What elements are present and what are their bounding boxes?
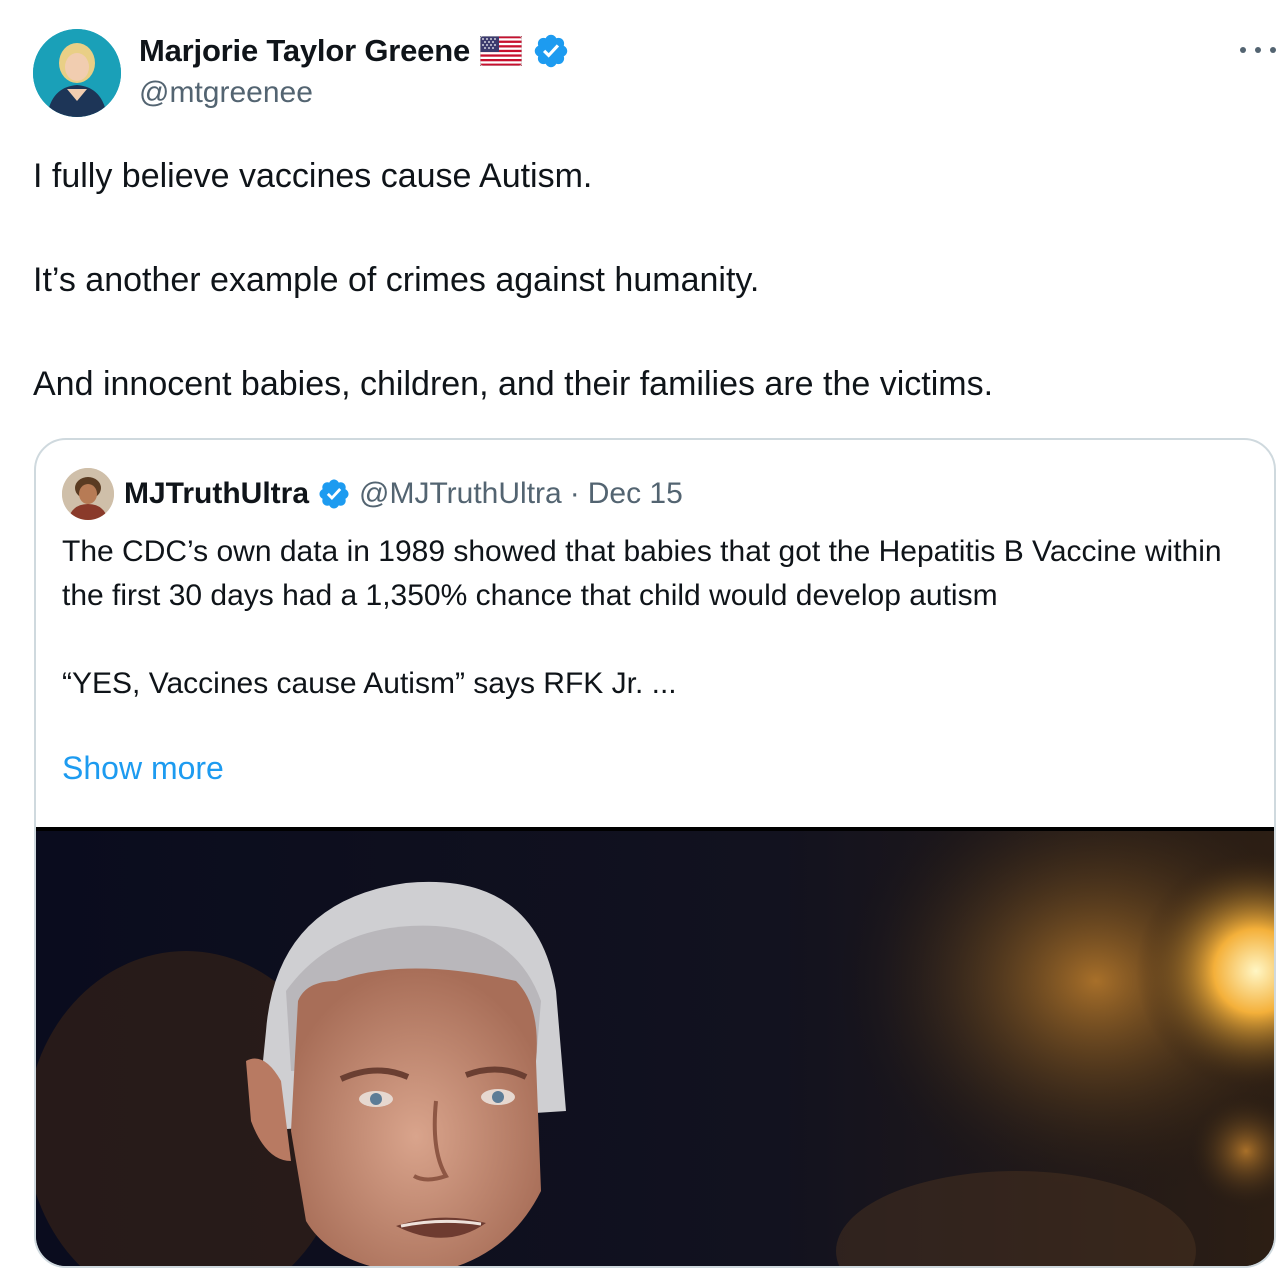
verified-badge-icon[interactable] <box>317 477 351 511</box>
tweet: Marjorie Taylor Greene @mtgreenee I full… <box>0 0 1288 1268</box>
tweet-paragraph: And innocent babies, children, and their… <box>33 365 994 403</box>
tweet-paragraph: It’s another example of crimes against h… <box>33 261 760 299</box>
quoted-tweet-card[interactable]: MJTruthUltra @MJTruthUltra · Dec 15 The … <box>34 438 1276 1268</box>
quoted-paragraph: “YES, Vaccines cause Autism” says RFK Jr… <box>62 667 677 700</box>
quoted-tweet-text: The CDC’s own data in 1989 showed that b… <box>62 530 1262 706</box>
quoted-author-avatar[interactable] <box>62 468 114 520</box>
tweet-paragraph: I fully believe vaccines cause Autism. <box>33 157 593 195</box>
quoted-handle[interactable]: @MJTruthUltra <box>359 477 562 511</box>
separator-dot: · <box>569 477 580 510</box>
quoted-date[interactable]: Dec 15 <box>588 477 683 511</box>
quoted-author-row: MJTruthUltra @MJTruthUltra · Dec 15 <box>124 472 683 516</box>
more-options-button[interactable] <box>1240 38 1276 62</box>
more-horizontal-icon <box>1270 47 1276 53</box>
us-flag-icon <box>479 35 523 67</box>
tweet-text: I fully believe vaccines cause Autism. I… <box>33 150 1263 410</box>
quoted-video-thumbnail[interactable] <box>36 827 1274 1266</box>
quoted-paragraph: The CDC’s own data in 1989 showed that b… <box>62 535 1222 612</box>
author-display-name[interactable]: Marjorie Taylor Greene <box>139 33 470 69</box>
author-handle[interactable]: @mtgreenee <box>139 76 313 110</box>
author-avatar[interactable] <box>33 29 121 117</box>
show-more-link[interactable]: Show more <box>62 750 224 787</box>
verified-badge-icon[interactable] <box>532 32 570 70</box>
quoted-display-name[interactable]: MJTruthUltra <box>124 477 309 511</box>
author-name-row: Marjorie Taylor Greene <box>139 30 570 72</box>
more-horizontal-icon <box>1255 47 1261 53</box>
more-horizontal-icon <box>1240 47 1246 53</box>
